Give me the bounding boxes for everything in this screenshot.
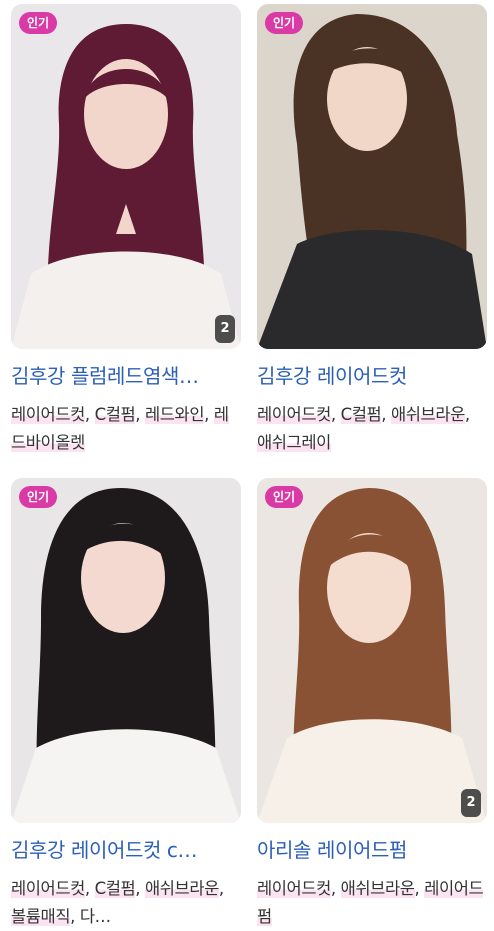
style-title[interactable]: 김후강 레이어드컷 bbox=[257, 363, 487, 389]
popular-badge: 인기 bbox=[265, 486, 304, 508]
photo-count-badge: 2 bbox=[215, 315, 235, 343]
portrait-image bbox=[11, 4, 241, 349]
tag[interactable]: C컬펌 bbox=[340, 405, 382, 424]
style-photo[interactable]: 인기 2 bbox=[11, 4, 241, 349]
tag[interactable]: 레이어드컷 bbox=[257, 405, 331, 424]
style-card[interactable]: 인기 김후강 레이어드컷 레이어드컷, C컬펌, 애쉬브라운, 애쉬그레이 bbox=[257, 4, 487, 457]
tag[interactable]: 볼륨매직 bbox=[11, 907, 71, 926]
style-title[interactable]: 김후강 플럼레드염색… bbox=[11, 363, 241, 389]
popular-badge: 인기 bbox=[265, 12, 304, 34]
style-tags: 레이어드컷, 애쉬브라운, 레이어드펌 bbox=[257, 879, 484, 926]
style-card[interactable]: 인기 2 김후강 플럼레드염색… 레이어드컷, C컬펌, 레드와인, 레드바이올… bbox=[11, 4, 241, 457]
style-title[interactable]: 김후강 레이어드컷 c… bbox=[11, 837, 241, 863]
tag-overflow: 다… bbox=[79, 907, 111, 926]
tag[interactable]: C컬펌 bbox=[94, 879, 136, 898]
portrait-image bbox=[257, 4, 487, 349]
style-card[interactable]: 인기 김후강 레이어드컷 c… 레이어드컷, C컬펌, 애쉬브라운, 볼륨매직,… bbox=[11, 478, 241, 931]
style-tags: 레이어드컷, C컬펌, 애쉬브라운, 애쉬그레이 bbox=[257, 405, 470, 452]
tag[interactable]: 레이어드컷 bbox=[11, 405, 85, 424]
tag[interactable]: 애쉬브라운 bbox=[145, 879, 219, 898]
popular-badge: 인기 bbox=[19, 486, 58, 508]
style-tags: 레이어드컷, C컬펌, 애쉬브라운, 볼륨매직, 다… bbox=[11, 879, 224, 926]
tag[interactable]: C컬펌 bbox=[94, 405, 136, 424]
tag[interactable]: 애쉬브라운 bbox=[391, 405, 465, 424]
hairstyle-grid: 인기 2 김후강 플럼레드염색… 레이어드컷, C컬펌, 레드와인, 레드바이올… bbox=[0, 0, 494, 927]
portrait-image bbox=[257, 478, 487, 823]
photo-count-badge: 2 bbox=[461, 789, 481, 817]
style-photo[interactable]: 인기 2 bbox=[257, 478, 487, 823]
tag[interactable]: 레드와인 bbox=[145, 405, 205, 424]
tag[interactable]: 애쉬그레이 bbox=[257, 433, 331, 452]
tag[interactable]: 레이어드컷 bbox=[11, 879, 85, 898]
tag[interactable]: 애쉬브라운 bbox=[340, 879, 415, 898]
style-photo[interactable]: 인기 bbox=[11, 478, 241, 823]
portrait-image bbox=[11, 478, 241, 823]
style-title[interactable]: 아리솔 레이어드펌 bbox=[257, 837, 487, 863]
style-photo[interactable]: 인기 bbox=[257, 4, 487, 349]
tag[interactable]: 레이어드컷 bbox=[257, 879, 331, 898]
popular-badge: 인기 bbox=[19, 12, 58, 34]
style-tags: 레이어드컷, C컬펌, 레드와인, 레드바이올렛 bbox=[11, 405, 229, 452]
style-card[interactable]: 인기 2 아리솔 레이어드펌 레이어드컷, 애쉬브라운, 레이어드펌 bbox=[257, 478, 487, 931]
